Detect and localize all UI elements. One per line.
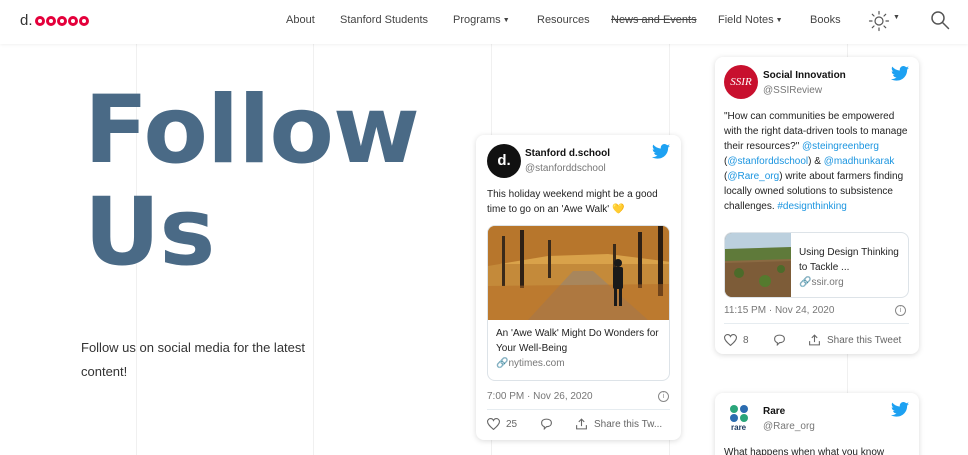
chevron-down-icon: ▼ <box>775 17 783 24</box>
like-count: 8 <box>743 334 749 346</box>
share-button[interactable]: Share this Tweet <box>808 334 901 346</box>
dschool-logo[interactable]: d. <box>20 12 89 29</box>
mention-link[interactable]: @Rare_org <box>727 171 779 182</box>
divider <box>724 323 909 324</box>
link-title: Using Design Thinking to Tackle ... <box>799 247 899 273</box>
tweet-link-card[interactable]: Using Design Thinking to Tackle ... 🔗ssi… <box>724 232 909 298</box>
tweet-author-name[interactable]: Social Innovation <box>763 70 846 81</box>
link-icon: 🔗 <box>799 277 812 288</box>
nav-about[interactable]: About <box>286 14 315 26</box>
avatar[interactable]: rare <box>724 401 758 435</box>
heart-icon <box>724 334 737 346</box>
tweet-author-handle[interactable]: @stanforddschool <box>525 163 606 174</box>
page-title-line-1: Follow <box>84 76 420 185</box>
reply-icon <box>774 334 785 346</box>
tweet-card-rare[interactable]: rare Rare @Rare_org What happens when wh… <box>715 393 919 455</box>
nav-resources[interactable]: Resources <box>537 14 590 26</box>
reply-button[interactable] <box>773 334 792 346</box>
mention-link[interactable]: @madhunkarak <box>824 156 895 167</box>
nav-news-and-events[interactable]: News and Events <box>611 14 697 26</box>
divider <box>487 409 670 410</box>
tweet-link-card[interactable]: An 'Awe Walk' Might Do Wonders for Your … <box>487 225 670 381</box>
tweet-author-handle[interactable]: @Rare_org <box>763 421 815 432</box>
tweet-author-name[interactable]: Rare <box>763 406 785 417</box>
search-icon[interactable] <box>930 10 950 30</box>
heart-icon <box>487 418 500 430</box>
tweet-author-handle[interactable]: @SSIReview <box>763 85 822 96</box>
chevron-down-icon: ▼ <box>502 17 510 24</box>
tweet-text: "How can communities be empowered with t… <box>724 111 908 212</box>
nav-programs[interactable]: Programs ▼ <box>453 14 510 26</box>
nav-field-notes[interactable]: Field Notes ▼ <box>718 14 783 26</box>
twitter-bird-icon[interactable] <box>891 402 909 417</box>
share-label: Share this Tweet <box>827 334 902 346</box>
tweet-card-ssir[interactable]: SSIR Social Innovation @SSIReview "How c… <box>715 57 919 354</box>
tweet-card-dschool[interactable]: d. Stanford d.school @stanforddschool Th… <box>476 135 681 440</box>
reply-button[interactable] <box>540 418 559 430</box>
share-icon <box>809 334 820 346</box>
nav-books[interactable]: Books <box>810 14 841 26</box>
twitter-bird-icon[interactable] <box>652 144 670 159</box>
page-title: Follow Us <box>84 76 420 287</box>
info-icon[interactable]: i <box>895 305 906 316</box>
tweet-timestamp[interactable]: 11:15 PM · Nov 24, 2020 <box>724 305 834 316</box>
tweet-text: This holiday weekend might be a good tim… <box>487 189 658 215</box>
link-icon: 🔗 <box>496 358 509 369</box>
mention-link[interactable]: @stanforddschool <box>727 156 808 167</box>
like-count: 25 <box>506 418 518 430</box>
site-header: d. About Stanford Students Programs ▼ Res… <box>0 0 968 44</box>
twitter-bird-icon[interactable] <box>891 66 909 81</box>
link-domain: 🔗nytimes.com <box>496 358 565 369</box>
hashtag-link[interactable]: #designthinking <box>777 201 847 212</box>
logo-text: d. <box>20 12 33 29</box>
tweet-text: What happens when what you know <box>724 447 885 455</box>
chevron-down-icon[interactable]: ▼ <box>893 14 900 21</box>
share-button[interactable]: Share this Tw... <box>575 418 662 430</box>
page-title-line-2: Us <box>84 178 215 287</box>
sun-icon[interactable] <box>868 10 890 32</box>
autumn-path-image <box>488 226 669 320</box>
info-icon[interactable]: i <box>658 391 669 402</box>
tweet-author-name[interactable]: Stanford d.school <box>525 148 610 159</box>
link-title: An 'Awe Walk' Might Do Wonders for Your … <box>496 328 659 354</box>
page-subtitle: Follow us on social media for the latest… <box>81 340 305 379</box>
mention-link[interactable]: @steingreenberg <box>802 141 879 152</box>
link-domain: 🔗ssir.org <box>799 277 844 288</box>
avatar[interactable]: d. <box>487 144 521 178</box>
farm-field-image <box>725 233 791 297</box>
reply-icon <box>541 418 552 430</box>
like-button[interactable]: 25 <box>487 418 517 430</box>
tweet-timestamp[interactable]: 7:00 PM · Nov 26, 2020 <box>487 391 593 402</box>
avatar[interactable]: SSIR <box>724 65 758 99</box>
nav-stanford-students[interactable]: Stanford Students <box>340 14 428 26</box>
like-button[interactable]: 8 <box>724 334 749 346</box>
share-icon <box>576 418 587 430</box>
logo-dots <box>34 15 89 26</box>
share-label: Share this Tw... <box>594 418 663 430</box>
